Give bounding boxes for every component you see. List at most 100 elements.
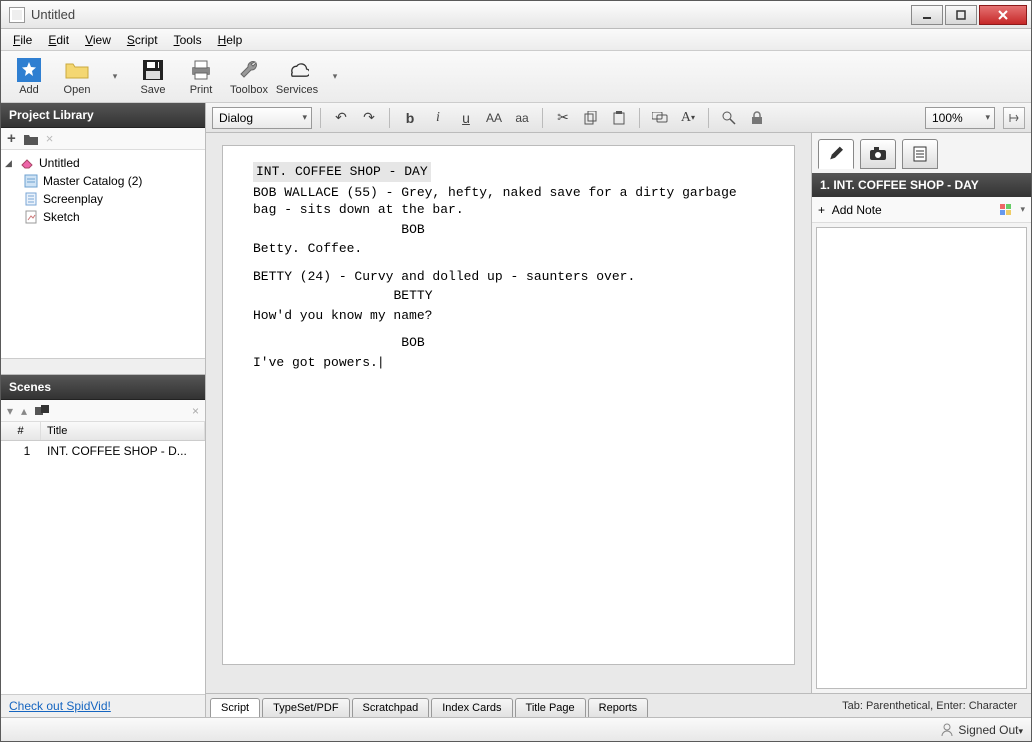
app-window: Untitled File Edit View Script Tools Hel… [0, 0, 1032, 742]
tab-reports[interactable]: Reports [588, 698, 649, 717]
open-dropdown[interactable]: ▾ [103, 53, 127, 101]
tab-title-page[interactable]: Title Page [515, 698, 586, 717]
underline-button[interactable]: u [454, 107, 478, 129]
italic-button[interactable]: i [426, 107, 450, 129]
maximize-button[interactable] [945, 5, 977, 25]
cloud-icon [285, 58, 309, 82]
scene-close-icon[interactable]: × [192, 404, 199, 418]
add-note-button[interactable]: + Add Note [818, 203, 882, 217]
character-cue: BOB [253, 221, 573, 239]
folder-icon [65, 58, 89, 82]
color-grid-icon[interactable] [1000, 204, 1012, 216]
tree-item-screenplay[interactable]: Screenplay [1, 190, 205, 208]
tab-typeset[interactable]: TypeSet/PDF [262, 698, 349, 717]
scene-cards-icon[interactable] [35, 405, 49, 417]
notes-tab-pencil[interactable] [818, 139, 854, 169]
scenes-header: Scenes [1, 375, 205, 400]
style-combo[interactable]: Dialog [212, 107, 312, 129]
scene-up-icon[interactable]: ▴ [21, 404, 27, 418]
tab-index-cards[interactable]: Index Cards [431, 698, 512, 717]
bold-button[interactable]: b [398, 107, 422, 129]
toolbox-button[interactable]: Toolbox [227, 53, 271, 101]
close-button[interactable] [979, 5, 1027, 25]
keyboard-hint: Tab: Parenthetical, Enter: Character [832, 700, 1027, 712]
action-text: BOB WALLACE (55) - Grey, hefty, naked sa… [253, 184, 764, 219]
menu-file[interactable]: File [5, 31, 40, 49]
tab-scratchpad[interactable]: Scratchpad [352, 698, 430, 717]
scene-heading: INT. COFFEE SHOP - DAY [253, 162, 431, 182]
chevron-down-icon[interactable]: ▾ [1020, 204, 1025, 215]
cut-button[interactable]: ✂ [551, 107, 575, 129]
sketch-icon [23, 210, 39, 224]
dialogue-text: Betty. Coffee. [253, 240, 573, 258]
redo-button[interactable]: ↷ [357, 107, 381, 129]
scene-row[interactable]: 1 INT. COFFEE SHOP - D... [1, 441, 205, 461]
uppercase-button[interactable]: AA [482, 107, 506, 129]
save-button[interactable]: Save [131, 53, 175, 101]
editor-body: INT. COFFEE SHOP - DAY BOB WALLACE (55) … [206, 133, 1031, 693]
lowercase-button[interactable]: aa [510, 107, 534, 129]
tree-item-catalog[interactable]: Master Catalog (2) [1, 172, 205, 190]
left-column: Project Library + × ◢ Untitled Master Ca… [1, 103, 206, 717]
minimize-button[interactable] [911, 5, 943, 25]
menu-view[interactable]: View [77, 31, 119, 49]
search-button[interactable] [717, 107, 741, 129]
window-controls [911, 5, 1027, 25]
signed-out-label[interactable]: Signed Out▾ [958, 723, 1023, 737]
folder-icon[interactable] [24, 133, 38, 145]
statusbar: Signed Out▾ [1, 717, 1031, 741]
open-button[interactable]: Open [55, 53, 99, 101]
comment-button[interactable] [648, 107, 672, 129]
notes-column: 1. INT. COFFEE SHOP - DAY + Add Note ▾ [811, 133, 1031, 693]
eraser-icon [19, 156, 35, 170]
tab-script[interactable]: Script [210, 698, 260, 717]
notes-tab-page[interactable] [902, 139, 938, 169]
font-style-button[interactable]: A▾ [676, 107, 700, 129]
undo-button[interactable]: ↶ [329, 107, 353, 129]
expand-button[interactable] [1003, 107, 1025, 129]
delete-item-button[interactable]: × [46, 131, 54, 146]
editor-toolbar: Dialog ↶ ↷ b i u AA aa ✂ A▾ [206, 103, 1031, 133]
save-icon [141, 58, 165, 82]
editor-column: Dialog ↶ ↷ b i u AA aa ✂ A▾ [206, 103, 1031, 717]
scene-down-icon[interactable]: ▾ [7, 404, 13, 418]
services-dropdown[interactable]: ▾ [323, 53, 347, 101]
project-library-header: Project Library [1, 103, 205, 128]
user-icon [940, 723, 954, 737]
add-item-button[interactable]: + [7, 130, 16, 147]
scenes-tools: ▾ ▴ × [1, 400, 205, 422]
menu-edit[interactable]: Edit [40, 31, 77, 49]
character-cue: BOB [253, 334, 573, 352]
titlebar: Untitled [1, 1, 1031, 29]
print-button[interactable]: Print [179, 53, 223, 101]
lock-button[interactable] [745, 107, 769, 129]
copy-button[interactable] [579, 107, 603, 129]
note-tools: + Add Note ▾ [812, 197, 1031, 223]
paste-button[interactable] [607, 107, 631, 129]
note-heading: 1. INT. COFFEE SHOP - DAY [812, 173, 1031, 197]
tree-item-sketch[interactable]: Sketch [1, 208, 205, 226]
catalog-icon [23, 174, 39, 188]
footer-link[interactable]: Check out SpidVid! [1, 694, 205, 717]
zoom-combo[interactable]: 100% [925, 107, 995, 129]
menu-script[interactable]: Script [119, 31, 166, 49]
page-area[interactable]: INT. COFFEE SHOP - DAY BOB WALLACE (55) … [206, 133, 811, 693]
scene-rows[interactable]: 1 INT. COFFEE SHOP - D... [1, 441, 205, 694]
menu-tools[interactable]: Tools [166, 31, 210, 49]
dialogue-text: How'd you know my name? [253, 307, 573, 325]
add-button[interactable]: Add [7, 53, 51, 101]
notes-tab-camera[interactable] [860, 139, 896, 169]
scene-table-header: # Title [1, 422, 205, 441]
document-icon [23, 192, 39, 206]
project-tree[interactable]: ◢ Untitled Master Catalog (2) Screenplay… [1, 150, 205, 358]
services-button[interactable]: Services [275, 53, 319, 101]
tree-root[interactable]: ◢ Untitled [1, 154, 205, 172]
scenes-panel: Scenes ▾ ▴ × # Title 1 INT. COFFEE SHOP … [1, 374, 205, 694]
star-icon [17, 58, 41, 82]
tree-scrollbar[interactable] [1, 358, 205, 374]
caret-icon[interactable]: ◢ [5, 158, 15, 169]
app-icon [9, 7, 25, 23]
menu-help[interactable]: Help [210, 31, 251, 49]
note-body[interactable] [816, 227, 1027, 689]
screenplay-page[interactable]: INT. COFFEE SHOP - DAY BOB WALLACE (55) … [222, 145, 795, 665]
